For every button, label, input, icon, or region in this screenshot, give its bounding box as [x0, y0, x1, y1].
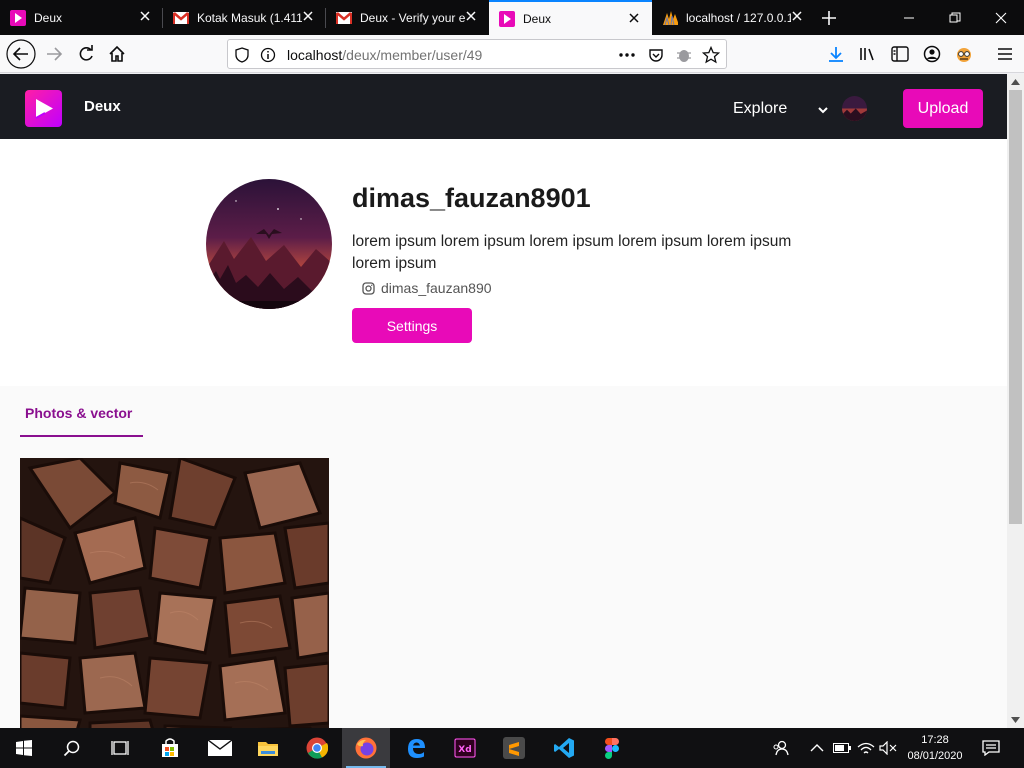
reload-icon[interactable] [70, 38, 102, 70]
search-icon[interactable] [48, 728, 96, 768]
sublime-text-icon[interactable] [490, 728, 538, 768]
scroll-down-icon[interactable] [1007, 712, 1024, 728]
start-icon[interactable] [0, 728, 48, 768]
close-tab-icon[interactable] [463, 8, 479, 24]
page-scrollbar[interactable] [1007, 74, 1024, 728]
mail-icon[interactable] [196, 728, 244, 768]
site-header: Deux Explore Upload [0, 74, 1007, 139]
browser-tab[interactable]: localhost / 127.0.0.1 [652, 0, 815, 35]
download-icon[interactable] [820, 38, 852, 70]
store-icon[interactable] [146, 728, 194, 768]
close-tab-icon[interactable] [300, 8, 316, 24]
settings-button[interactable]: Settings [352, 308, 472, 343]
close-tab-icon[interactable] [626, 10, 642, 26]
tab-photos-vector[interactable]: Photos & vector [25, 405, 132, 421]
vscode-icon[interactable] [540, 728, 588, 768]
deux-logo-icon [10, 9, 26, 26]
wifi-icon[interactable] [857, 739, 875, 757]
clock-time: 17:28 [921, 734, 949, 746]
figma-icon[interactable] [588, 728, 636, 768]
profile-username: dimas_fauzan8901 [352, 183, 591, 213]
windows-taskbar: Xd 17:28 08/01/2020 [0, 728, 1024, 768]
library-icon[interactable] [852, 38, 884, 70]
browser-tab[interactable]: Deux - Verify your e [326, 0, 489, 35]
account-icon[interactable] [916, 38, 948, 70]
adobe-xd-icon[interactable]: Xd [441, 728, 489, 768]
tab-title: Deux [523, 11, 552, 26]
clock-date: 08/01/2020 [907, 750, 963, 762]
browser-tab-active[interactable]: Deux [489, 0, 652, 35]
bookmark-star-icon[interactable] [702, 46, 720, 64]
brand-name[interactable]: Deux [84, 98, 121, 115]
pocket-icon[interactable] [647, 46, 665, 64]
svg-text:Xd: Xd [458, 745, 471, 755]
chrome-icon[interactable] [293, 728, 341, 768]
instagram-icon [362, 281, 375, 295]
instagram-handle[interactable]: dimas_fauzan890 [362, 280, 492, 296]
url-text: localhost/deux/member/user/49 [287, 47, 482, 63]
sidebar-icon[interactable] [884, 38, 916, 70]
volume-muted-icon[interactable] [879, 739, 897, 757]
new-tab-icon[interactable] [816, 5, 842, 31]
info-icon[interactable] [259, 46, 277, 64]
scrollbar-thumb[interactable] [1009, 90, 1022, 524]
task-view-icon[interactable] [96, 728, 144, 768]
browser-tab-bar: Deux Kotak Masuk (1.411 Deux - Verify yo… [0, 0, 1024, 35]
extension-bug-icon[interactable] [675, 46, 693, 64]
file-explorer-icon[interactable] [244, 728, 292, 768]
shield-icon[interactable] [233, 46, 251, 64]
tab-title: Deux [34, 10, 63, 25]
restore-icon[interactable] [932, 0, 978, 35]
deux-logo-icon[interactable] [25, 90, 62, 127]
battery-icon[interactable] [833, 739, 851, 757]
tab-title: Deux - Verify your e [360, 10, 465, 25]
instagram-username: dimas_fauzan890 [381, 280, 492, 296]
system-clock[interactable]: 17:28 08/01/2020 [900, 732, 970, 764]
chevron-down-icon[interactable] [816, 102, 830, 116]
gmail-icon [336, 10, 352, 26]
minimize-icon[interactable] [886, 0, 932, 35]
close-tab-icon[interactable] [789, 8, 805, 24]
profile-section: dimas_fauzan8901 lorem ipsum lorem ipsum… [0, 139, 1007, 386]
profile-avatar [206, 179, 332, 309]
url-path: /deux/member/user/49 [342, 47, 483, 63]
profile-bio: lorem ipsum lorem ipsum lorem ipsum lore… [352, 233, 792, 272]
menu-icon[interactable] [989, 38, 1021, 70]
tab-title: Kotak Masuk (1.411 [197, 10, 302, 25]
close-window-icon[interactable] [978, 0, 1024, 35]
gallery-photo[interactable] [20, 458, 329, 728]
page-viewport: Deux Explore Upload dimas_fauzan8901 lor… [0, 74, 1007, 728]
upload-button[interactable]: Upload [903, 89, 983, 128]
user-avatar[interactable] [842, 96, 867, 121]
explore-link[interactable]: Explore [733, 100, 787, 118]
firefox-icon[interactable] [342, 728, 390, 768]
browser-tab[interactable]: Deux [0, 0, 163, 35]
active-tab-underline [20, 435, 143, 437]
forward-icon[interactable] [38, 38, 70, 70]
deux-logo-icon [499, 10, 515, 27]
notification-center-icon[interactable] [982, 739, 1000, 757]
url-bar[interactable]: localhost/deux/member/user/49 [227, 39, 727, 69]
url-host: localhost [287, 47, 343, 63]
close-tab-icon[interactable] [137, 8, 153, 24]
chevron-up-icon[interactable] [808, 739, 826, 757]
browser-nav-bar: localhost/deux/member/user/49 [0, 35, 1024, 73]
people-icon[interactable] [772, 739, 790, 757]
home-icon[interactable] [101, 38, 133, 70]
gmail-icon [173, 10, 189, 26]
tab-title: localhost / 127.0.0.1 [686, 10, 791, 25]
edge-icon[interactable] [392, 728, 440, 768]
scroll-up-icon[interactable] [1007, 74, 1024, 90]
phpmyadmin-icon [662, 10, 678, 26]
back-button[interactable] [5, 38, 37, 70]
page-actions-icon[interactable] [618, 46, 636, 64]
gallery-section: Photos & vector [0, 386, 1007, 728]
extension-mascot-icon[interactable] [948, 38, 980, 70]
browser-tab[interactable]: Kotak Masuk (1.411 [163, 0, 326, 35]
